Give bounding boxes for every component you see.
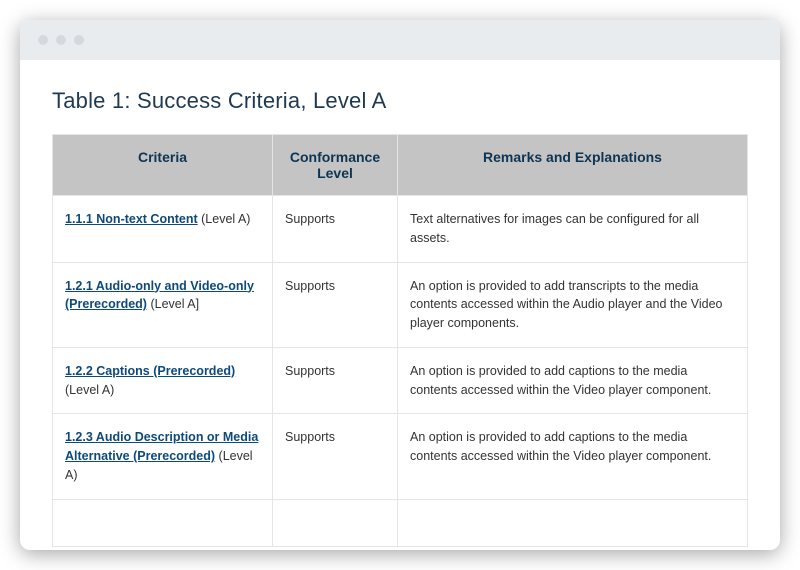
success-criteria-table: Criteria Conformance Level Remarks and E…: [52, 134, 748, 547]
criteria-link[interactable]: 1.2.2 Captions (Prerecorded): [65, 364, 235, 378]
cell-conformance: Supports: [273, 347, 398, 414]
cell-criteria: [53, 499, 273, 547]
cell-conformance: [273, 499, 398, 547]
col-header-remarks: Remarks and Explanations: [398, 135, 748, 196]
cell-criteria: 1.2.1 Audio-only and Video-only (Prereco…: [53, 262, 273, 347]
cell-criteria: 1.2.2 Captions (Prerecorded) (Level A): [53, 347, 273, 414]
cell-criteria: 1.1.1 Non-text Content (Level A): [53, 196, 273, 263]
traffic-lights: [38, 35, 84, 45]
cell-remarks: Text alternatives for images can be conf…: [398, 196, 748, 263]
cell-remarks: An option is provided to add transcripts…: [398, 262, 748, 347]
table-row: 1.2.3 Audio Description or Media Alterna…: [53, 414, 748, 499]
cell-conformance: Supports: [273, 414, 398, 499]
col-header-criteria: Criteria: [53, 135, 273, 196]
criteria-level: (Level A): [65, 383, 114, 397]
criteria-level: (Level A): [198, 212, 251, 226]
window-minimize-icon[interactable]: [56, 35, 66, 45]
cell-conformance: Supports: [273, 196, 398, 263]
criteria-link[interactable]: 1.1.1 Non-text Content: [65, 212, 198, 226]
cell-remarks: An option is provided to add captions to…: [398, 414, 748, 499]
browser-titlebar: [20, 20, 780, 60]
window-zoom-icon[interactable]: [74, 35, 84, 45]
col-header-conformance: Conformance Level: [273, 135, 398, 196]
window-close-icon[interactable]: [38, 35, 48, 45]
browser-window: Table 1: Success Criteria, Level A Crite…: [20, 20, 780, 550]
document-content: Table 1: Success Criteria, Level A Crite…: [20, 60, 780, 550]
table-row: [53, 499, 748, 547]
cell-conformance: Supports: [273, 262, 398, 347]
page-title: Table 1: Success Criteria, Level A: [52, 88, 748, 114]
table-row: 1.1.1 Non-text Content (Level A) Support…: [53, 196, 748, 263]
cell-remarks: An option is provided to add captions to…: [398, 347, 748, 414]
criteria-level: (Level A]: [147, 297, 199, 311]
cell-remarks: [398, 499, 748, 547]
cell-criteria: 1.2.3 Audio Description or Media Alterna…: [53, 414, 273, 499]
table-header-row: Criteria Conformance Level Remarks and E…: [53, 135, 748, 196]
table-row: 1.2.2 Captions (Prerecorded) (Level A) S…: [53, 347, 748, 414]
table-row: 1.2.1 Audio-only and Video-only (Prereco…: [53, 262, 748, 347]
